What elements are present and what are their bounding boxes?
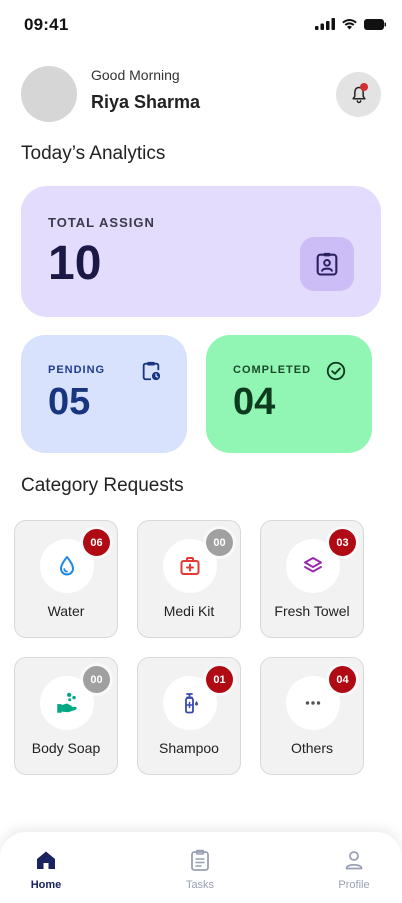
completed-value: 04: [233, 381, 276, 423]
status-bar: 09:41: [0, 0, 402, 48]
bottom-nav: Home Tasks Profile: [0, 832, 402, 903]
pending-label: PENDING: [48, 364, 106, 376]
category-tile-fresh-towel[interactable]: Fresh Towel 03: [260, 520, 364, 638]
category-tile-water[interactable]: Water 06: [14, 520, 118, 638]
total-assign-label: TOTAL ASSIGN: [48, 215, 155, 230]
notification-dot: [360, 83, 368, 91]
total-assign-icon-box: [300, 237, 354, 291]
water-drop-icon: [60, 556, 74, 576]
category-label: Body Soap: [31, 740, 101, 756]
category-count-badge: 01: [206, 666, 233, 693]
category-count-badge: 04: [329, 666, 356, 693]
nav-item-home[interactable]: Home: [6, 848, 86, 891]
category-tile-medi-kit[interactable]: Medi Kit 00: [137, 520, 241, 638]
category-count-badge: 06: [83, 529, 110, 556]
category-label: Shampoo: [159, 740, 219, 756]
category-section-title: Category Requests: [21, 475, 184, 496]
clipboard-clock-icon: [142, 361, 161, 381]
more-dots-icon: [305, 701, 321, 705]
clipboard-user-icon: [316, 252, 338, 276]
shampoo-bottle-icon: [185, 693, 198, 714]
completed-label: COMPLETED: [233, 364, 312, 376]
home-icon: [37, 851, 55, 869]
pending-value: 05: [48, 381, 91, 423]
analytics-section-title: Today’s Analytics: [21, 143, 166, 164]
layers-icon: [304, 557, 322, 573]
profile-icon: [345, 851, 363, 870]
pending-card[interactable]: PENDING 05: [21, 335, 187, 453]
avatar[interactable]: [21, 66, 77, 122]
medical-kit-icon: [180, 557, 200, 575]
category-tile-others[interactable]: Others 04: [260, 657, 364, 775]
nav-item-tasks[interactable]: Tasks: [160, 848, 240, 891]
greeting-text: Good Morning: [91, 67, 180, 83]
cellular-signal-icon: [315, 18, 335, 30]
nav-label: Profile: [338, 879, 370, 891]
nav-label: Home: [30, 879, 62, 891]
soap-icon: [57, 692, 77, 713]
status-icons: [315, 18, 386, 30]
category-label: Medi Kit: [163, 603, 215, 619]
battery-icon: [364, 18, 386, 30]
check-circle-icon: [326, 361, 346, 381]
wifi-icon: [342, 19, 357, 30]
user-name: Riya Sharma: [91, 92, 201, 112]
category-label: Water: [47, 603, 85, 619]
total-assign-value: 10: [48, 237, 102, 290]
category-tile-body-soap[interactable]: Body Soap 00: [14, 657, 118, 775]
status-time: 09:41: [24, 15, 69, 34]
completed-card[interactable]: COMPLETED 04: [206, 335, 372, 453]
category-tile-shampoo[interactable]: Shampoo 01: [137, 657, 241, 775]
category-count-badge: 00: [83, 666, 110, 693]
category-label: Others: [290, 740, 333, 756]
nav-item-profile[interactable]: Profile: [314, 848, 394, 891]
category-label: Fresh Towel: [274, 603, 350, 619]
category-count-badge: 03: [329, 529, 356, 556]
total-assign-card[interactable]: TOTAL ASSIGN 10: [21, 186, 381, 317]
tasks-icon: [191, 849, 209, 871]
notification-button[interactable]: [336, 72, 381, 117]
nav-label: Tasks: [185, 879, 215, 891]
category-count-badge: 00: [206, 529, 233, 556]
